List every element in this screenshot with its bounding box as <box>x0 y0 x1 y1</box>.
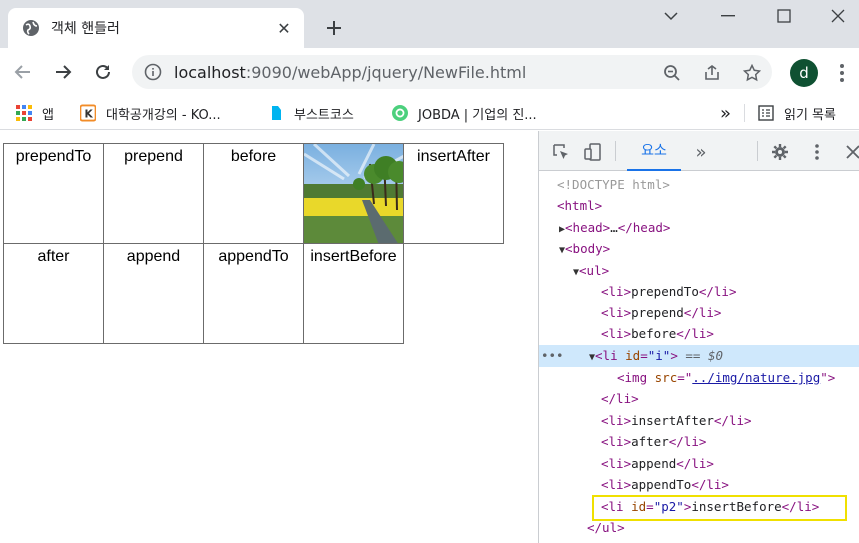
share-icon[interactable] <box>702 63 722 83</box>
bookmarks-overflow-button[interactable]: » <box>720 103 731 124</box>
zoom-icon[interactable] <box>662 63 682 83</box>
bookmark-label: 대학공개강의 - KO... <box>106 107 221 123</box>
list-item: insertBefore <box>303 243 404 344</box>
globe-icon <box>22 19 40 37</box>
dom-node-li[interactable]: <li>appendTo</li> <box>601 474 729 495</box>
minimize-icon[interactable] <box>700 0 756 32</box>
node-options-ellipsis[interactable]: ••• <box>541 345 564 366</box>
profile-avatar[interactable]: d <box>790 59 818 87</box>
dom-node-html[interactable]: <html> <box>557 195 602 216</box>
bookmark-kocw[interactable]: K 대학공개강의 - KO... <box>80 103 221 123</box>
tab-strip: 객체 핸들러 ✕ <box>0 0 859 48</box>
img-src-link[interactable]: ../img/nature.jpg <box>692 370 820 385</box>
bookmark-jobda[interactable]: JOBDA | 기업의 진... <box>392 103 537 123</box>
bookmarks-bar: 앱 K 대학공개강의 - KO... 부스트코스 JOBDA | 기업의 진..… <box>0 96 859 130</box>
inspect-element-icon[interactable] <box>551 142 571 162</box>
list-item: appendTo <box>203 243 304 344</box>
svg-text:K: K <box>84 107 93 120</box>
page-content: prependTo prepend before insertAfter aft… <box>0 131 538 543</box>
dom-node-li-selected[interactable]: ▼<li id="i"> == $0 <box>589 345 723 366</box>
kocw-logo-icon: K <box>80 104 96 122</box>
dom-node-doctype[interactable]: <!DOCTYPE html> <box>557 174 670 195</box>
dom-node-li[interactable]: <li>append</li> <box>601 453 714 474</box>
list-item-image <box>303 143 404 244</box>
bookmarks-divider <box>744 104 745 122</box>
devtools-menu-icon[interactable] <box>807 142 827 162</box>
list-item: append <box>103 243 204 344</box>
devtools-tabbar: 요소 » <box>539 131 859 171</box>
bookmark-label: 앱 <box>42 107 54 123</box>
list-item: insertAfter <box>403 143 504 244</box>
chrome-menu-icon[interactable] <box>832 60 852 86</box>
bookmark-label: JOBDA | 기업의 진... <box>418 107 537 123</box>
dom-node-li-close[interactable]: </li> <box>601 388 639 409</box>
dom-node-img[interactable]: <img src="../img/nature.jpg"> <box>617 367 835 388</box>
url-host: localhost <box>174 63 246 82</box>
reading-list-button[interactable]: 읽기 목록 <box>758 103 836 123</box>
settings-gear-icon[interactable] <box>770 142 790 162</box>
tab-search-chevron-icon[interactable] <box>643 0 699 32</box>
reading-list-label: 읽기 목록 <box>784 107 836 123</box>
reload-icon[interactable] <box>89 58 117 86</box>
tab-elements[interactable]: 요소 <box>627 131 681 171</box>
dom-node-ul[interactable]: ▼<ul> <box>573 260 609 281</box>
address-bar[interactable]: localhost:9090/webApp/jquery/NewFile.htm… <box>132 55 772 89</box>
dom-node-li[interactable]: <li>before</li> <box>601 323 714 344</box>
browser-toolbar: localhost:9090/webApp/jquery/NewFile.htm… <box>0 48 859 96</box>
list-item: prepend <box>103 143 204 244</box>
jobda-icon <box>392 105 408 121</box>
nature-image <box>304 144 403 243</box>
maximize-icon[interactable] <box>756 0 812 32</box>
dom-node-head[interactable]: ▶<head>…</head> <box>559 217 670 238</box>
new-tab-plus-icon[interactable] <box>320 14 348 42</box>
site-info-icon[interactable] <box>144 63 162 81</box>
list-item: prependTo <box>3 143 104 244</box>
highlight-box <box>592 495 847 521</box>
dom-node-li[interactable]: <li>insertAfter</li> <box>601 410 752 431</box>
devtools-divider <box>757 141 758 161</box>
url-text[interactable]: localhost:9090/webApp/jquery/NewFile.htm… <box>174 63 526 82</box>
devtools-panel: 요소 » <!DOCTYPE html> <html> ▶<head>…</he… <box>538 131 859 543</box>
dom-node-li[interactable]: <li>prependTo</li> <box>601 281 736 302</box>
more-tabs-button[interactable]: » <box>691 142 711 163</box>
tab-close-icon[interactable]: ✕ <box>274 18 294 38</box>
bookmark-apps[interactable]: 앱 <box>16 103 54 123</box>
boostcourse-icon <box>268 105 284 121</box>
list-item: after <box>3 243 104 344</box>
window-close-icon[interactable] <box>810 0 859 32</box>
devtools-close-icon[interactable] <box>843 142 859 162</box>
bookmark-boostcourse[interactable]: 부스트코스 <box>268 103 354 123</box>
dom-node-li[interactable]: <li>prepend</li> <box>601 302 721 323</box>
bookmark-star-icon[interactable] <box>742 63 762 83</box>
devtools-divider <box>615 141 616 161</box>
back-arrow-icon[interactable] <box>9 58 37 86</box>
list-item: before <box>203 143 304 244</box>
browser-tab[interactable]: 객체 핸들러 ✕ <box>8 8 304 48</box>
forward-arrow-icon[interactable] <box>49 58 77 86</box>
url-path: :9090/webApp/jquery/NewFile.html <box>245 63 527 82</box>
bookmark-label: 부스트코스 <box>294 107 354 123</box>
device-toolbar-icon[interactable] <box>583 142 603 162</box>
apps-grid-icon <box>16 105 32 121</box>
tab-title: 객체 핸들러 <box>51 21 120 37</box>
reading-list-icon <box>758 105 774 121</box>
dom-node-li[interactable]: <li>after</li> <box>601 431 706 452</box>
dom-node-body[interactable]: ▼<body> <box>559 238 610 259</box>
